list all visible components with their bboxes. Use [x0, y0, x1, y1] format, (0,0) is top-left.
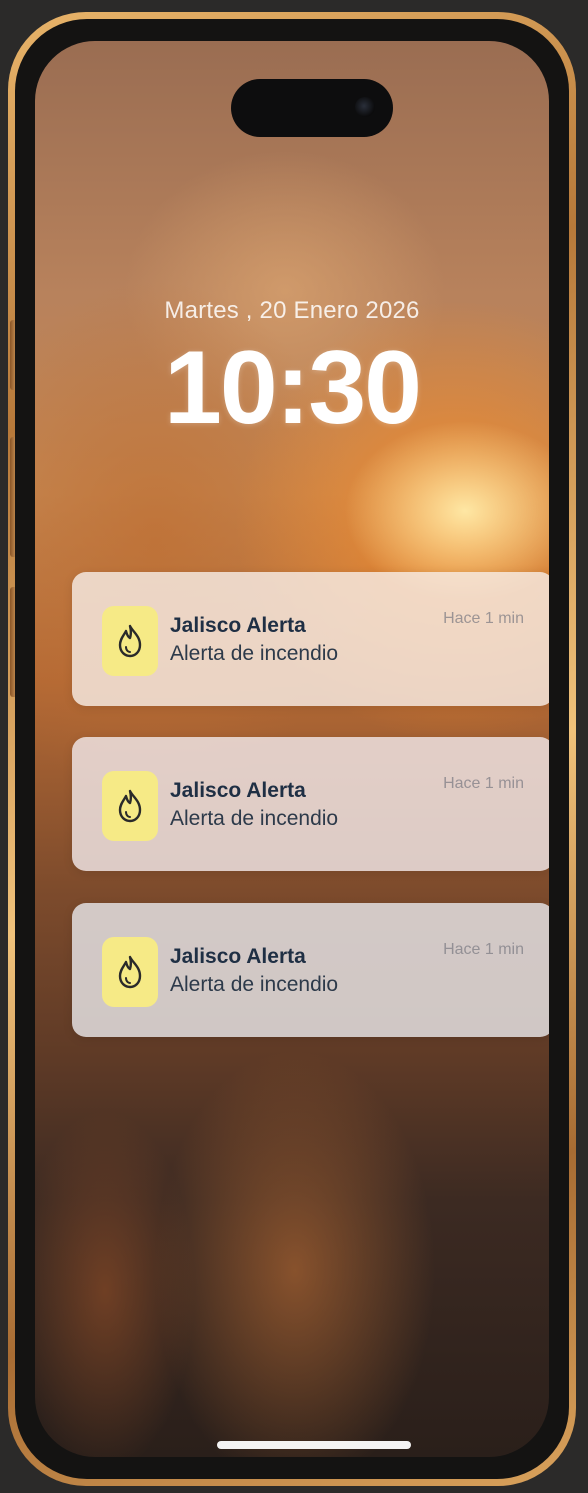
lock-screen[interactable]: Martes , 20 Enero 2026 10:30 Jalisco Ale…	[35, 41, 549, 1457]
bezel: Martes , 20 Enero 2026 10:30 Jalisco Ale…	[15, 19, 569, 1479]
notification-app-name: Jalisco Alerta	[170, 779, 306, 802]
flame-icon	[102, 771, 158, 841]
notification-message: Alerta de incendio	[170, 642, 339, 665]
phone-frame: Martes , 20 Enero 2026 10:30 Jalisco Ale…	[8, 12, 576, 1486]
notification-app-name: Jalisco Alerta	[170, 614, 306, 637]
home-indicator[interactable]	[217, 1441, 411, 1449]
notification-card[interactable]: Jalisco Alerta Alerta de incendio Hace 1…	[72, 572, 549, 706]
notification-card[interactable]: Jalisco Alerta Alerta de incendio Hace 1…	[72, 903, 549, 1037]
lock-screen-date: Martes , 20 Enero 2026	[164, 297, 420, 324]
notification-time: Hace 1 min	[443, 610, 524, 627]
notification-card[interactable]: Jalisco Alerta Alerta de incendio Hace 1…	[72, 737, 549, 871]
lock-screen-time: 10:30	[164, 330, 422, 446]
notification-time: Hace 1 min	[443, 775, 524, 792]
flame-icon	[102, 937, 158, 1007]
flame-icon	[102, 606, 158, 676]
notification-message: Alerta de incendio	[170, 807, 339, 830]
notification-time: Hace 1 min	[443, 941, 524, 958]
notification-message: Alerta de incendio	[170, 973, 339, 996]
dynamic-island	[231, 79, 393, 137]
front-camera	[355, 97, 375, 117]
notification-app-name: Jalisco Alerta	[170, 945, 306, 968]
